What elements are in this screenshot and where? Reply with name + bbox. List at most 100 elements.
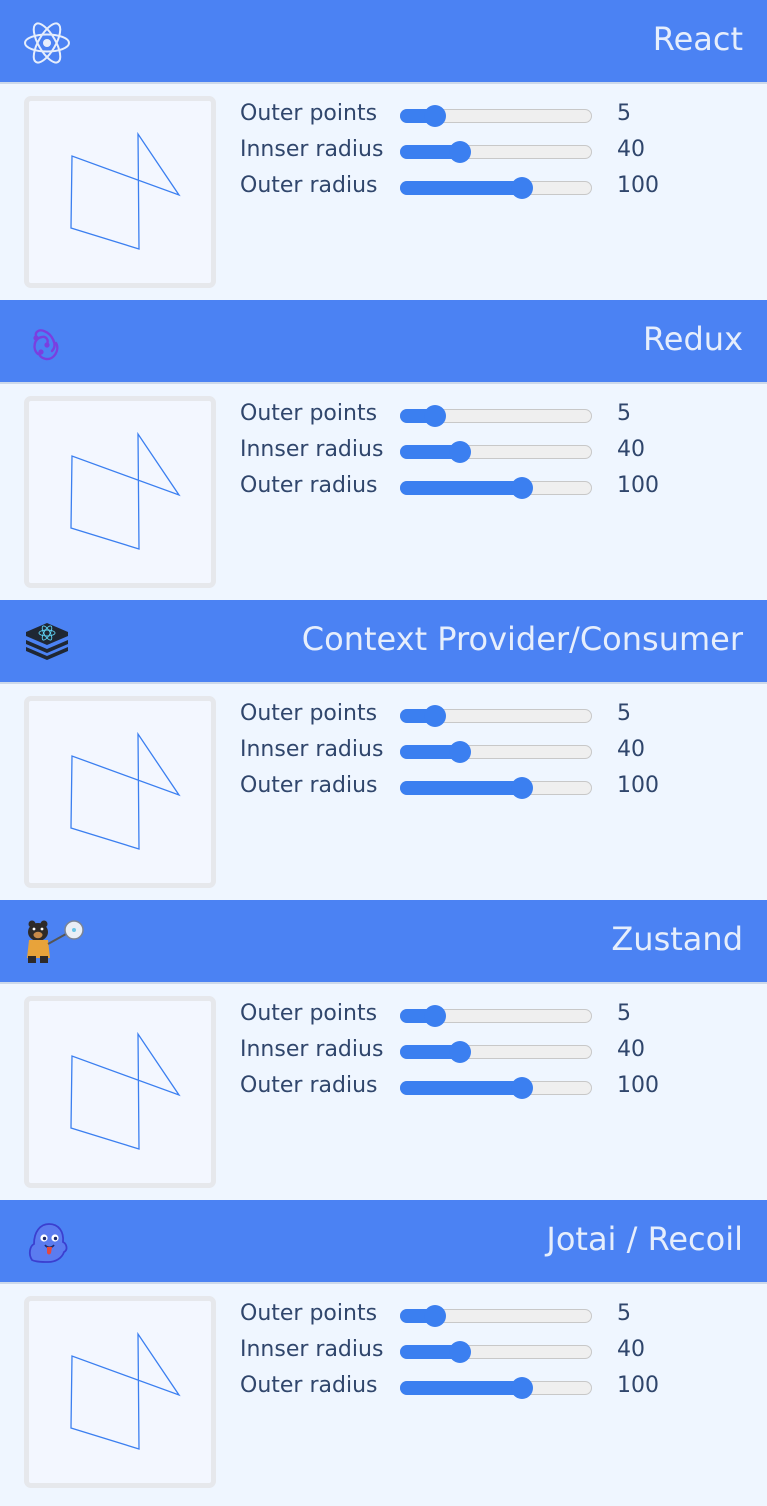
control-value: 5 <box>617 701 631 726</box>
section-zustand: Zustand Outer points 5 Innser radius 40 … <box>0 900 767 1200</box>
control-outer-points: Outer points 5 <box>240 1298 760 1334</box>
slider-thumb[interactable] <box>424 405 446 427</box>
slider-thumb[interactable] <box>511 777 533 799</box>
slider-thumb[interactable] <box>424 1005 446 1027</box>
star-canvas <box>24 396 216 588</box>
star-shape <box>70 131 181 250</box>
control-outer-points: Outer points 5 <box>240 698 760 734</box>
control-label: Outer radius <box>240 1373 378 1398</box>
control-value: 40 <box>617 137 645 162</box>
slider-thumb[interactable] <box>424 1305 446 1327</box>
slider-thumb[interactable] <box>511 1377 533 1399</box>
outer-points-slider[interactable] <box>400 705 592 727</box>
slider-thumb[interactable] <box>449 441 471 463</box>
inner-radius-slider[interactable] <box>400 741 592 763</box>
section-react: React Outer points 5 Innser radius 40 Ou… <box>0 0 767 300</box>
control-label: Outer points <box>240 401 378 426</box>
control-value: 100 <box>617 473 659 498</box>
section-redux: Redux Outer points 5 Innser radius 40 Ou… <box>0 300 767 600</box>
inner-radius-slider[interactable] <box>400 1041 592 1063</box>
control-outer-radius: Outer radius 100 <box>240 170 760 206</box>
outer-points-slider[interactable] <box>400 105 592 127</box>
section-title: Redux <box>642 320 743 358</box>
control-label: Outer radius <box>240 473 378 498</box>
section-body: Outer points 5 Innser radius 40 Outer ra… <box>0 684 767 900</box>
control-value: 100 <box>617 773 659 798</box>
star-shape <box>70 431 181 550</box>
slider-thumb[interactable] <box>511 177 533 199</box>
outer-points-slider[interactable] <box>400 1305 592 1327</box>
star-canvas <box>24 696 216 888</box>
section-header: Jotai / Recoil <box>0 1200 767 1284</box>
section-jotai: Jotai / Recoil Outer points 5 Innser rad… <box>0 1200 767 1500</box>
control-outer-radius: Outer radius 100 <box>240 1370 760 1406</box>
outer-radius-slider[interactable] <box>400 177 592 199</box>
control-value: 40 <box>617 437 645 462</box>
section-context: Context Provider/Consumer Outer points 5… <box>0 600 767 900</box>
control-value: 5 <box>617 401 631 426</box>
section-body: Outer points 5 Innser radius 40 Outer ra… <box>0 1284 767 1500</box>
slider-thumb[interactable] <box>449 141 471 163</box>
control-outer-points: Outer points 5 <box>240 998 760 1034</box>
control-value: 100 <box>617 1073 659 1098</box>
control-label: Outer radius <box>240 1073 378 1098</box>
react-atom-icon <box>22 18 72 68</box>
control-label: Innser radius <box>240 1337 384 1362</box>
section-header: Zustand <box>0 900 767 984</box>
layers-stack-icon <box>22 618 72 668</box>
slider-thumb[interactable] <box>424 705 446 727</box>
section-body: Outer points 5 Innser radius 40 Outer ra… <box>0 984 767 1200</box>
zustand-bear-icon <box>22 918 84 968</box>
control-value: 100 <box>617 1373 659 1398</box>
slider-thumb[interactable] <box>449 1341 471 1363</box>
slider-thumb[interactable] <box>424 105 446 127</box>
outer-radius-slider[interactable] <box>400 1377 592 1399</box>
control-outer-radius: Outer radius 100 <box>240 770 760 806</box>
section-header: Context Provider/Consumer <box>0 600 767 684</box>
outer-radius-slider[interactable] <box>400 477 592 499</box>
control-value: 5 <box>617 1001 631 1026</box>
redux-icon <box>22 318 72 368</box>
star-shape <box>70 1331 181 1450</box>
inner-radius-slider[interactable] <box>400 1341 592 1363</box>
section-title: Zustand <box>611 920 743 958</box>
star-canvas <box>24 996 216 1188</box>
slider-thumb[interactable] <box>449 1041 471 1063</box>
star-canvas <box>24 1296 216 1488</box>
star-canvas <box>24 96 216 288</box>
control-inner-radius: Innser radius 40 <box>240 1334 760 1370</box>
control-outer-radius: Outer radius 100 <box>240 1070 760 1106</box>
outer-points-slider[interactable] <box>400 1005 592 1027</box>
outer-points-slider[interactable] <box>400 405 592 427</box>
control-label: Innser radius <box>240 737 384 762</box>
control-outer-points: Outer points 5 <box>240 98 760 134</box>
jotai-ghost-icon <box>22 1218 72 1268</box>
section-title: Jotai / Recoil <box>546 1220 743 1258</box>
slider-thumb[interactable] <box>449 741 471 763</box>
control-label: Innser radius <box>240 137 384 162</box>
control-inner-radius: Innser radius 40 <box>240 1034 760 1070</box>
control-inner-radius: Innser radius 40 <box>240 734 760 770</box>
section-title: Context Provider/Consumer <box>301 620 743 658</box>
outer-radius-slider[interactable] <box>400 777 592 799</box>
control-inner-radius: Innser radius 40 <box>240 134 760 170</box>
control-label: Outer points <box>240 1301 378 1326</box>
control-value: 40 <box>617 737 645 762</box>
control-label: Outer points <box>240 701 378 726</box>
control-value: 40 <box>617 1337 645 1362</box>
outer-radius-slider[interactable] <box>400 1077 592 1099</box>
inner-radius-slider[interactable] <box>400 441 592 463</box>
control-value: 40 <box>617 1037 645 1062</box>
control-value: 5 <box>617 101 631 126</box>
section-body: Outer points 5 Innser radius 40 Outer ra… <box>0 384 767 600</box>
inner-radius-slider[interactable] <box>400 141 592 163</box>
star-shape <box>70 1031 181 1150</box>
slider-thumb[interactable] <box>511 477 533 499</box>
star-shape <box>70 731 181 850</box>
control-outer-points: Outer points 5 <box>240 398 760 434</box>
control-label: Outer radius <box>240 773 378 798</box>
control-outer-radius: Outer radius 100 <box>240 470 760 506</box>
control-label: Outer points <box>240 1001 378 1026</box>
slider-thumb[interactable] <box>511 1077 533 1099</box>
control-label: Innser radius <box>240 437 384 462</box>
